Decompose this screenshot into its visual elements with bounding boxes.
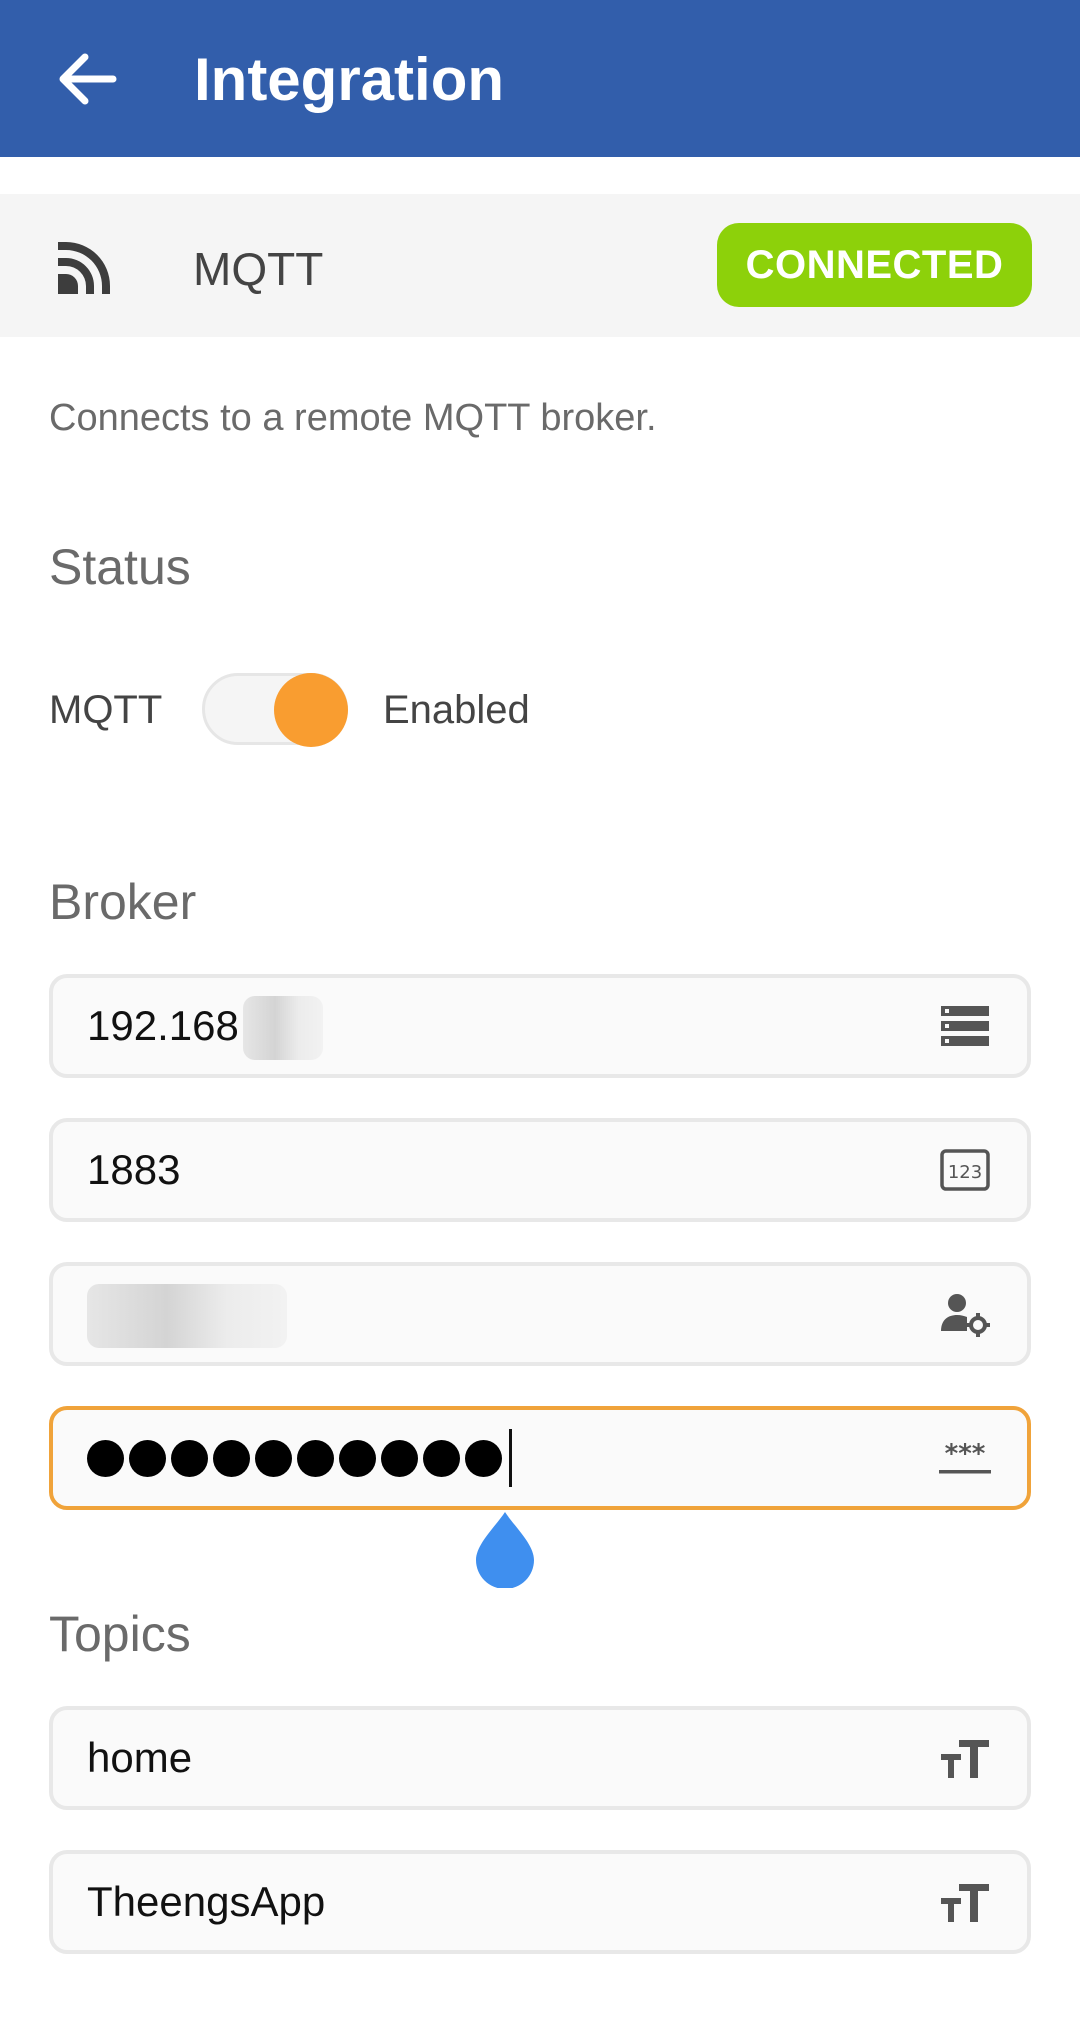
text-size-icon bbox=[937, 1878, 993, 1926]
broker-password-input[interactable]: *** bbox=[49, 1406, 1031, 1510]
password-dot bbox=[87, 1439, 124, 1477]
redacted-text bbox=[87, 1284, 287, 1348]
topic-1-value: home bbox=[87, 1734, 193, 1781]
password-dot bbox=[213, 1439, 250, 1477]
broker-username-input[interactable] bbox=[49, 1262, 1031, 1366]
user-settings-icon bbox=[937, 1290, 993, 1338]
text-selection-handle[interactable] bbox=[474, 1510, 536, 1588]
password-dot bbox=[465, 1439, 502, 1477]
topics-section-title: Topics bbox=[49, 1606, 191, 1662]
topic-1-input[interactable]: home bbox=[49, 1706, 1031, 1810]
numeric-123-icon: 123 bbox=[937, 1146, 993, 1194]
status-section-title: Status bbox=[49, 539, 191, 595]
password-dot bbox=[171, 1439, 208, 1477]
password-masked-value bbox=[87, 1410, 512, 1506]
broker-port-input[interactable]: 1883 123 bbox=[49, 1118, 1031, 1222]
mqtt-enable-toggle[interactable] bbox=[202, 673, 348, 747]
password-dot bbox=[339, 1439, 376, 1477]
password-dot bbox=[129, 1439, 166, 1477]
text-caret bbox=[509, 1429, 512, 1487]
svg-text:123: 123 bbox=[948, 1162, 982, 1183]
password-dot bbox=[423, 1439, 460, 1477]
integration-screen: Integration MQTT CONNECTED Connects to a… bbox=[0, 0, 1080, 2020]
svg-text:***: *** bbox=[945, 1440, 986, 1469]
broker-section-title: Broker bbox=[49, 874, 197, 930]
app-bar: Integration bbox=[0, 0, 1080, 157]
text-size-icon bbox=[937, 1734, 993, 1782]
password-asterisks-icon: *** bbox=[937, 1434, 993, 1482]
mqtt-switch-label: MQTT bbox=[49, 688, 163, 732]
arrow-left-icon bbox=[59, 53, 117, 105]
toggle-state-label: Enabled bbox=[383, 688, 530, 732]
topic-2-value: TheengsApp bbox=[87, 1878, 326, 1925]
server-list-icon bbox=[937, 1002, 993, 1050]
broker-host-input[interactable]: 192.168 bbox=[49, 974, 1031, 1078]
password-dot bbox=[381, 1439, 418, 1477]
redacted-text bbox=[243, 996, 323, 1060]
back-button[interactable] bbox=[46, 38, 128, 120]
connection-status-badge: CONNECTED bbox=[717, 223, 1032, 307]
toggle-knob bbox=[274, 673, 348, 747]
integration-name: MQTT bbox=[193, 243, 324, 295]
topic-2-input[interactable]: TheengsApp bbox=[49, 1850, 1031, 1954]
password-dot bbox=[255, 1439, 292, 1477]
password-dot bbox=[297, 1439, 334, 1477]
broker-port-value: 1883 bbox=[87, 1146, 181, 1193]
page-title: Integration bbox=[194, 46, 504, 113]
rss-feed-icon bbox=[58, 242, 110, 294]
integration-description: Connects to a remote MQTT broker. bbox=[49, 397, 657, 439]
broker-host-value: 192.168 bbox=[87, 1002, 239, 1049]
